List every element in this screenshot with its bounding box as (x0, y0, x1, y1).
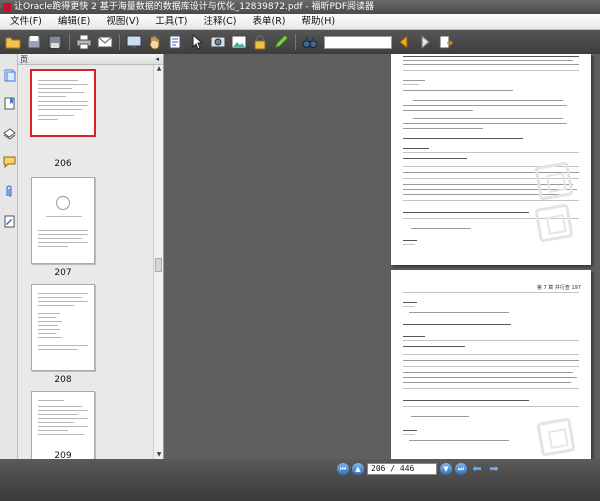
first-page-icon[interactable]: ⏮ (337, 463, 349, 475)
search-prev-icon[interactable] (395, 33, 413, 51)
collapse-panel-icon[interactable]: ◂ (155, 54, 159, 65)
next-page-icon[interactable]: ▼ (440, 463, 452, 475)
document-view[interactable]: 第 7 章 并行查 197 (165, 54, 600, 459)
image-icon[interactable] (230, 33, 248, 51)
toolbar-separator (69, 34, 70, 50)
print-icon[interactable] (75, 33, 93, 51)
pen-icon[interactable] (272, 33, 290, 51)
panel-title: 页 (20, 55, 28, 64)
side-icon-strip (0, 54, 18, 459)
scrollbar-thumb[interactable] (155, 258, 162, 272)
document-page: 第 7 章 并行查 197 (391, 270, 591, 459)
export-icon[interactable] (437, 33, 455, 51)
title-bar: 让Oracle跑得更快 2 基于海量数据的数据库设计与优化_12839872.p… (0, 0, 600, 14)
thumbnail-label: 207 (54, 268, 72, 278)
save-as-icon[interactable] (46, 33, 64, 51)
previous-page-icon[interactable]: ▲ (352, 463, 364, 475)
menu-tools[interactable]: 工具(T) (147, 14, 195, 30)
page-running-header: 第 7 章 并行查 197 (536, 285, 581, 291)
bookmarks-panel-icon[interactable] (2, 96, 16, 110)
thumbnail-label: 206 (54, 159, 72, 169)
thumbnail-page-208[interactable] (31, 284, 95, 371)
watermark-stamp (534, 203, 574, 243)
open-folder-icon[interactable] (4, 33, 22, 51)
layers-panel-icon[interactable] (2, 126, 16, 140)
thumbnail-label: 208 (54, 375, 72, 385)
pages-panel-icon[interactable] (2, 68, 16, 82)
thumbnail-label: 209 (54, 451, 72, 459)
app-logo-icon (3, 3, 11, 11)
scroll-down-icon[interactable]: ▼ (155, 451, 163, 459)
search-next-icon[interactable] (416, 33, 434, 51)
menu-edit[interactable]: 编辑(E) (50, 14, 98, 30)
fullscreen-icon[interactable] (125, 33, 143, 51)
menu-bar: 文件(F) 编辑(E) 视图(V) 工具(T) 注释(C) 表单(R) 帮助(H… (0, 14, 600, 30)
menu-help[interactable]: 帮助(H) (294, 14, 344, 30)
save-icon[interactable] (25, 33, 43, 51)
scroll-up-icon[interactable]: ▲ (155, 65, 163, 73)
panel-header: 页 ◂ (18, 54, 163, 65)
toolbar (0, 30, 600, 54)
page-number-field[interactable]: 206 / 446 (367, 463, 437, 475)
menu-file[interactable]: 文件(F) (2, 14, 50, 30)
thumbnail-page-206[interactable] (31, 70, 95, 136)
toolbar-separator (119, 34, 120, 50)
menu-view[interactable]: 视图(V) (98, 14, 147, 30)
toolbar-separator (295, 34, 296, 50)
binoculars-icon[interactable] (301, 33, 319, 51)
menu-form[interactable]: 表单(R) (245, 14, 294, 30)
page-navigation: ⏮ ▲ 206 / 446 ▼ ⏭ ⬅ ➡ (337, 463, 501, 475)
comments-panel-icon[interactable] (2, 154, 16, 168)
last-page-icon[interactable]: ⏭ (455, 463, 467, 475)
thumbnail-panel: 页 ◂ 206 207 208 209 ▲ ▼ (18, 54, 164, 459)
window-title: 让Oracle跑得更快 2 基于海量数据的数据库设计与优化_12839872.p… (14, 2, 375, 12)
menu-comment[interactable]: 注释(C) (195, 14, 244, 30)
select-icon[interactable] (188, 33, 206, 51)
watermark-stamp (536, 417, 576, 457)
thumbnail-scrollbar[interactable]: ▲ ▼ (153, 65, 163, 459)
email-icon[interactable] (96, 33, 114, 51)
thumbnail-page-209[interactable] (31, 391, 95, 459)
lock-icon[interactable] (251, 33, 269, 51)
document-page (391, 54, 591, 265)
signatures-panel-icon[interactable] (2, 214, 16, 228)
snapshot-icon[interactable] (209, 33, 227, 51)
thumbnail-page-207[interactable] (31, 177, 95, 264)
go-back-icon[interactable]: ⬅ (470, 463, 484, 475)
status-bar: ⏮ ▲ 206 / 446 ▼ ⏭ ⬅ ➡ (0, 459, 600, 501)
watermark-stamp (534, 161, 574, 201)
select-text-icon[interactable] (167, 33, 185, 51)
search-input[interactable] (324, 35, 392, 49)
go-forward-icon[interactable]: ➡ (487, 463, 501, 475)
attachments-panel-icon[interactable] (2, 184, 16, 198)
hand-tool-icon[interactable] (146, 33, 164, 51)
